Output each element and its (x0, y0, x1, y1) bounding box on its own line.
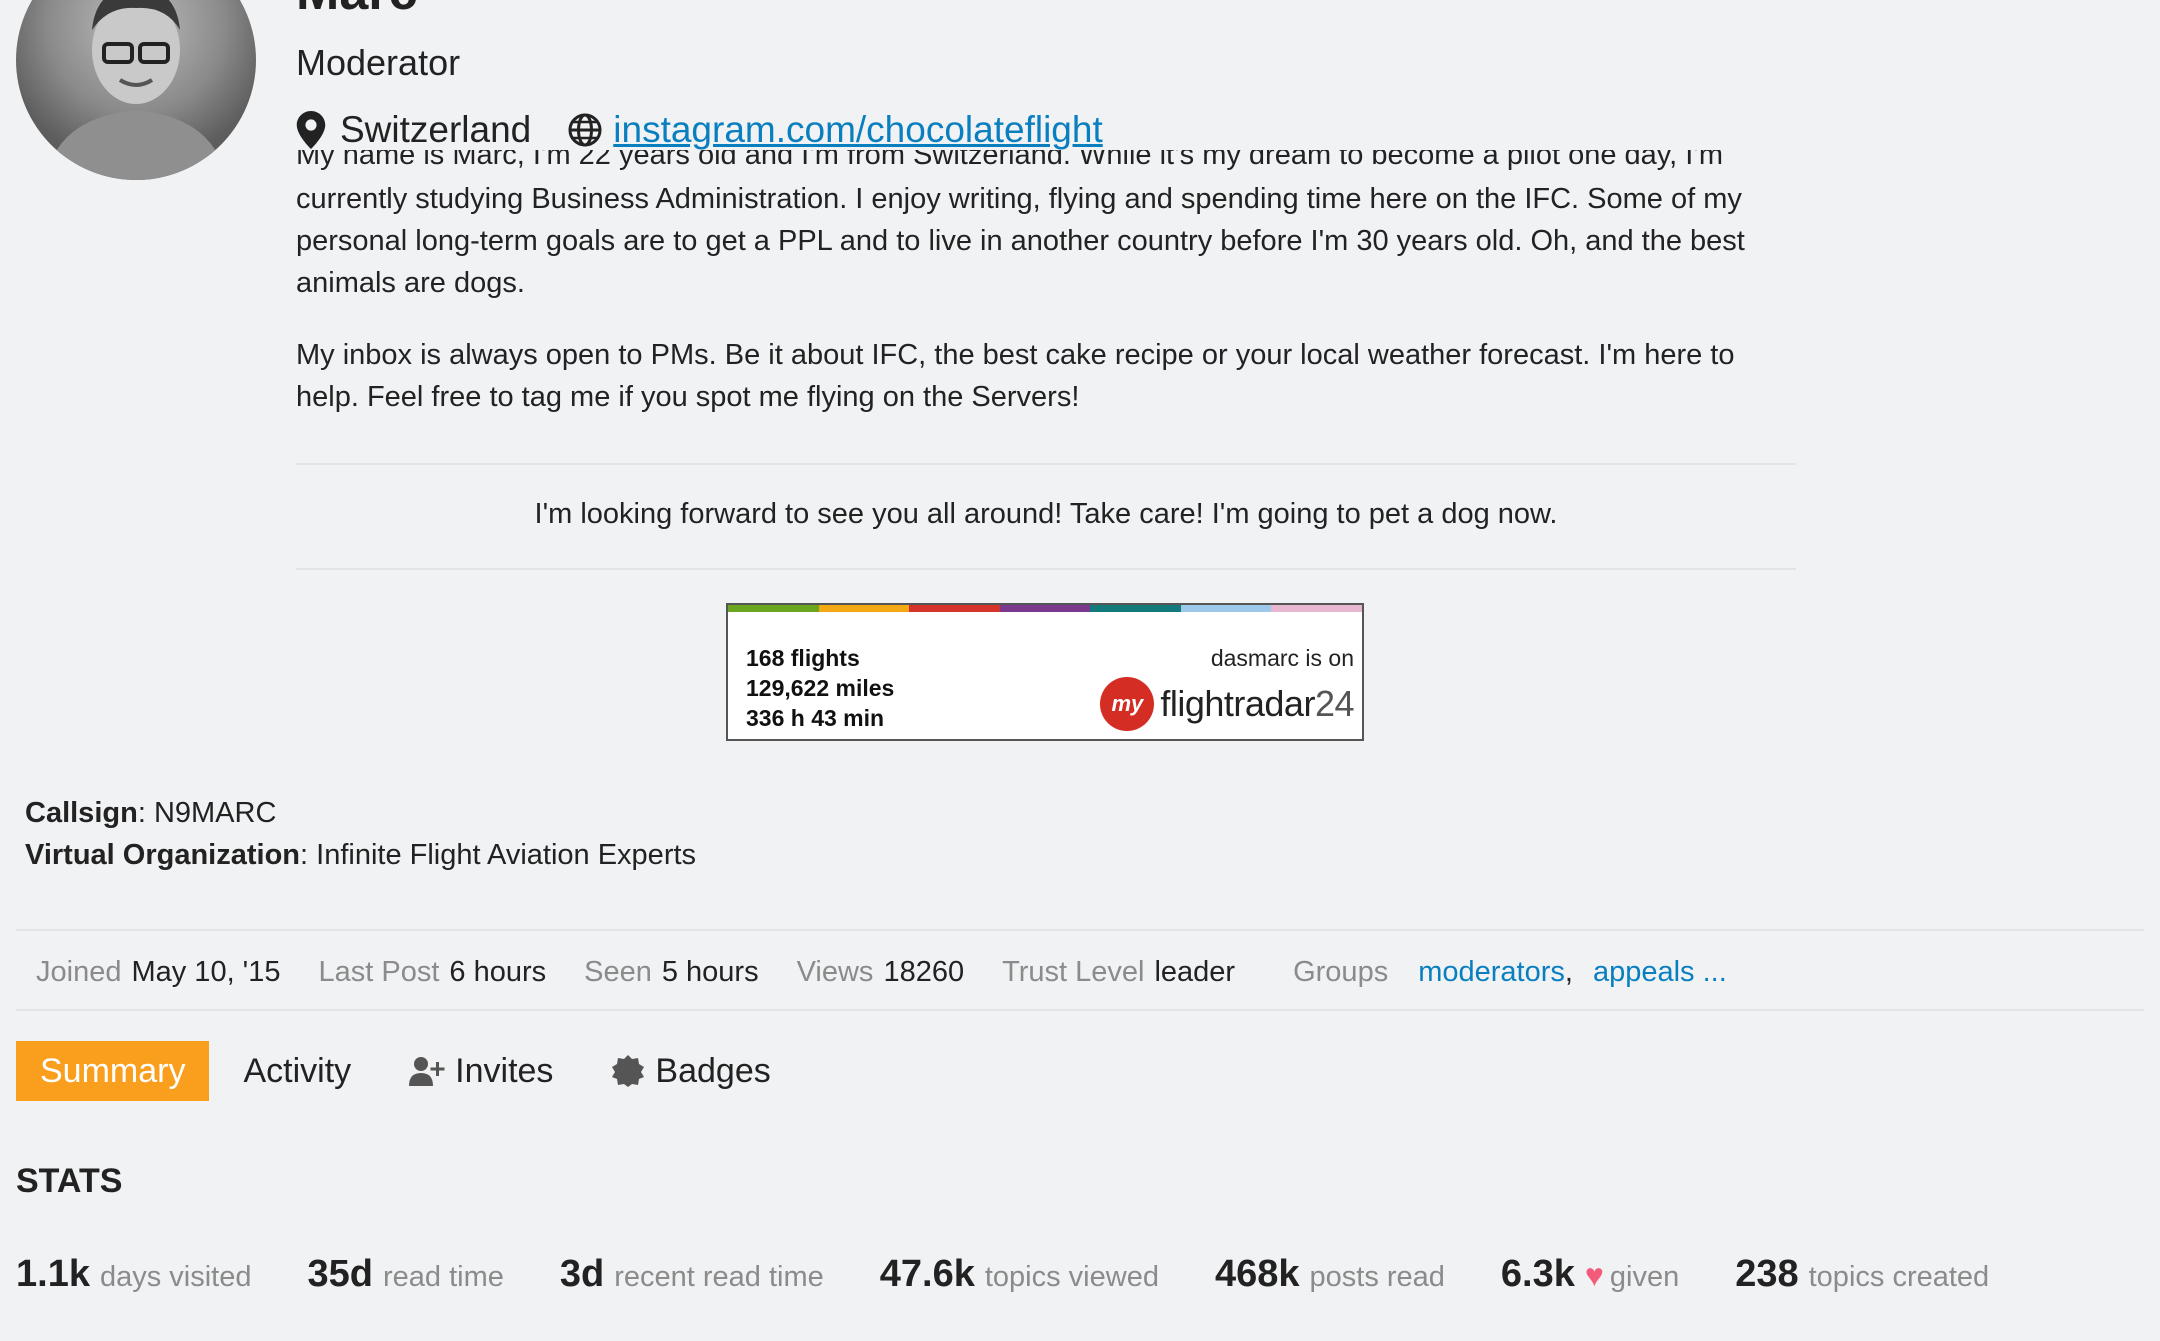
stat-likes-given: 6.3k ♥ given (1500, 1253, 1680, 1295)
heart-icon: ♥ (1584, 1257, 1604, 1293)
divider (16, 1009, 2144, 1011)
banner-color-stripes (728, 605, 1362, 612)
joined-value: May 10, '15 (131, 955, 281, 988)
flightradar-logo: my flightradar24 (1100, 677, 1355, 731)
divider (16, 929, 2144, 931)
banner-stripe (999, 605, 1091, 612)
banner-stripe (728, 605, 819, 612)
bio-clipped-line: My name is Marc, I'm 22 years old and I'… (296, 150, 1724, 171)
divider (296, 463, 1796, 465)
user-title: Moderator (296, 42, 461, 83)
banner-stripe (1090, 605, 1181, 612)
profile-nav: Summary Activity Invites Badges (16, 1041, 829, 1101)
banner-stripe (818, 605, 910, 612)
views-label: Views (796, 955, 874, 988)
stats-heading: STATS (16, 1162, 123, 1200)
callsign-field: Callsign: N9MARC (25, 797, 277, 829)
flight-stats: 168 flights 129,622 miles 336 h 43 min (746, 643, 894, 733)
group-link-appeals[interactable]: appeals ... (1593, 956, 1727, 989)
banner-stripe (909, 605, 1000, 612)
location-website-row: Switzerland instagram.com/chocolatefligh… (296, 106, 1103, 154)
user-plus-icon (409, 1057, 445, 1086)
globe-icon (568, 113, 602, 147)
seen-value: 5 hours (661, 955, 759, 988)
last-post-value[interactable]: 6 hours (449, 956, 546, 989)
map-marker-icon (296, 111, 326, 149)
bio-closing-line: I'm looking forward to see you all aroun… (534, 498, 1558, 530)
stat-posts-read: 468k posts read (1214, 1253, 1445, 1295)
group-separator: , (1564, 955, 1573, 988)
joined-label: Joined (36, 955, 122, 988)
tab-badges[interactable]: Badges (611, 1052, 771, 1091)
flightradar-banner[interactable]: 168 flights 129,622 miles 336 h 43 min d… (726, 603, 1364, 741)
bio-paragraph-2: My inbox is always open to PMs. Be it ab… (296, 339, 1735, 413)
group-link-moderators[interactable]: moderators (1418, 956, 1565, 989)
virtual-organization-field: Virtual Organization: Infinite Flight Av… (25, 839, 697, 871)
divider (296, 568, 1796, 570)
user-avatar[interactable] (16, 0, 256, 180)
flights-count: 168 flights (746, 645, 860, 671)
stat-recent-read-time: 3d recent read time (559, 1253, 824, 1295)
user-meta-row: Joined May 10, '15 Last Post 6 hours See… (36, 952, 1727, 992)
bio-paragraph-1: currently studying Business Administrati… (296, 183, 1745, 299)
certificate-icon (612, 1055, 645, 1087)
stat-topics-viewed: 47.6k topics viewed (879, 1253, 1159, 1295)
trust-level-label: Trust Level (1002, 955, 1145, 988)
banner-user-text: dasmarc is on (1210, 645, 1354, 671)
stat-topics-created: 238 topics created (1735, 1253, 1990, 1295)
flight-time: 336 h 43 min (746, 705, 885, 731)
miles-count: 129,622 miles (746, 675, 895, 701)
stat-read-time: 35d read time (307, 1253, 504, 1295)
username: Marc (296, 0, 417, 22)
tab-invites[interactable]: Invites (409, 1052, 553, 1091)
tab-activity[interactable]: Activity (243, 1052, 351, 1091)
location-text: Switzerland (340, 109, 532, 150)
website-link[interactable]: instagram.com/chocolateflight (613, 109, 1102, 151)
user-bio: My name is Marc, I'm 22 years old and I'… (296, 150, 1796, 448)
banner-stripe (1271, 605, 1362, 612)
stats-row: 1.1k days visited 35d read time 3d recent r… (16, 1253, 2045, 1303)
my-badge-icon: my (1100, 677, 1155, 731)
stat-days-visited: 1.1k days visited (16, 1253, 252, 1295)
last-post-label: Last Post (318, 955, 440, 988)
tab-summary[interactable]: Summary (16, 1041, 210, 1101)
groups-label: Groups (1293, 955, 1389, 988)
flightradar-wordmark: flightradar24 (1160, 683, 1354, 724)
trust-level-value: leader (1154, 955, 1236, 988)
seen-label: Seen (584, 955, 652, 988)
views-value: 18260 (883, 955, 965, 988)
banner-stripe (1180, 605, 1272, 612)
user-custom-fields: Callsign: N9MARC Virtual Organization: I… (25, 792, 696, 876)
